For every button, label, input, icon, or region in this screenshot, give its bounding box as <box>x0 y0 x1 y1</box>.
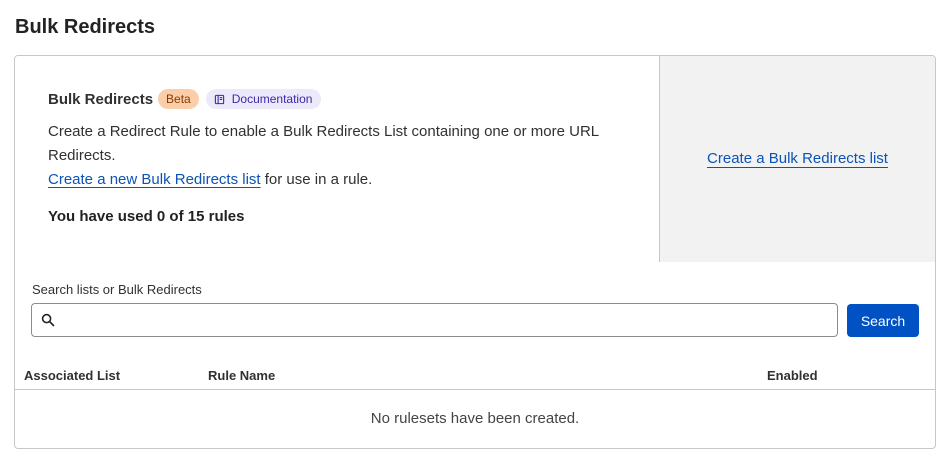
rule-usage: You have used 0 of 15 rules <box>48 208 245 225</box>
info-title: Bulk Redirects <box>48 90 154 108</box>
bulk-redirects-card: Bulk Redirects Beta Documentation Create… <box>14 55 936 449</box>
description: Create a Redirect Rule to enable a Bulk … <box>48 120 638 192</box>
description-text: Create a Redirect Rule to enable a Bulk … <box>48 123 599 164</box>
search-button[interactable]: Search <box>847 304 919 337</box>
empty-state-message: No rulesets have been created. <box>370 410 580 427</box>
create-bulk-redirects-list-link[interactable]: Create a Bulk Redirects list <box>707 150 888 167</box>
info-header: Bulk Redirects Beta Documentation <box>48 89 322 109</box>
create-line: Create a new Bulk Redirects list for use… <box>48 168 638 192</box>
side-pane: Create a Bulk Redirects list <box>660 56 935 262</box>
documentation-label: Documentation <box>231 92 313 106</box>
search-input[interactable] <box>61 305 837 335</box>
column-header-rule-name: Rule Name <box>208 368 276 383</box>
create-new-list-link[interactable]: Create a new Bulk Redirects list <box>48 171 261 188</box>
beta-badge: Beta <box>158 89 199 109</box>
table-header-divider <box>15 389 935 390</box>
documentation-link[interactable]: Documentation <box>205 89 322 109</box>
info-pane: Bulk Redirects Beta Documentation Create… <box>15 56 660 262</box>
page-title: Bulk Redirects <box>15 16 156 38</box>
search-icon <box>41 313 55 327</box>
search-label: Search lists or Bulk Redirects <box>32 282 202 297</box>
column-header-enabled: Enabled <box>767 368 818 383</box>
overview-section: Bulk Redirects Beta Documentation Create… <box>15 56 935 262</box>
column-header-associated-list: Associated List <box>24 368 121 383</box>
book-icon <box>214 94 224 104</box>
create-line-suffix: for use in a rule. <box>260 171 373 188</box>
search-field[interactable] <box>31 303 838 337</box>
